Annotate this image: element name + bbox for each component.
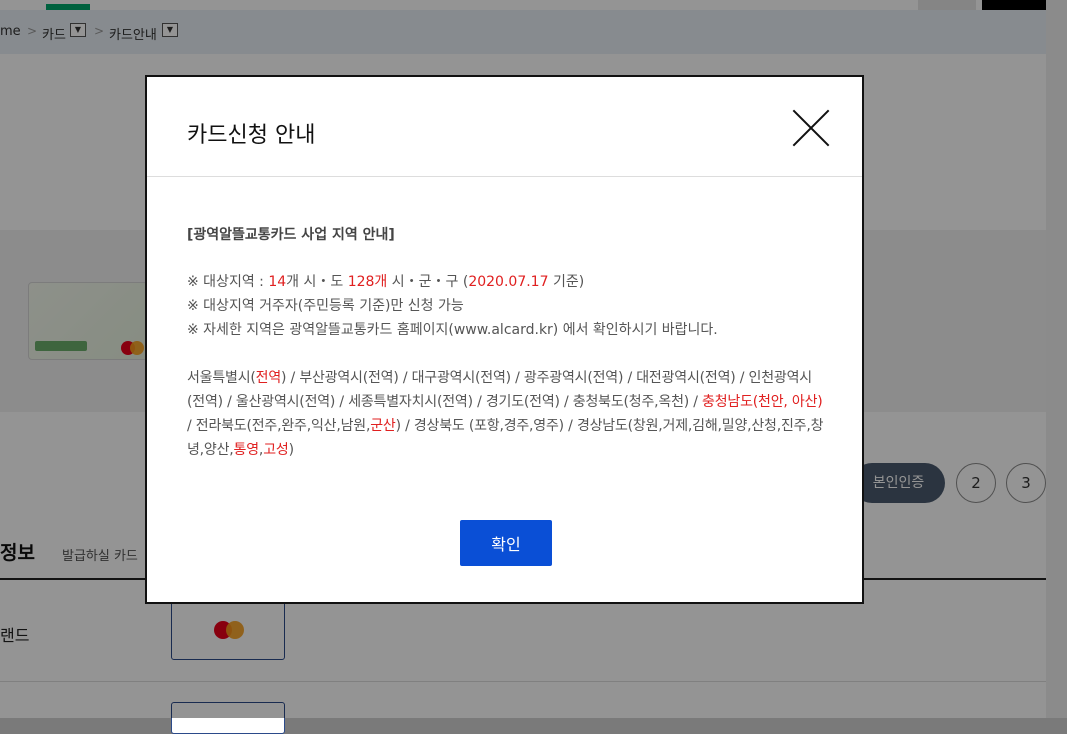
notice-text: 시・군・구 ( bbox=[387, 274, 469, 290]
notice-text: 개 시・도 bbox=[286, 274, 348, 290]
region-text: / 전라북도(전주,완주,익산,남원, bbox=[187, 418, 371, 434]
notice-text: ※ 대상지역 : bbox=[187, 274, 269, 290]
notice-eligibility: ※ 대상지역 거주자(주민등록 기준)만 신청 가능 bbox=[187, 298, 464, 314]
card-application-modal: 카드신청 안내 [광역알뜰교통카드 사업 지역 안내] ※ 대상지역 : 14개… bbox=[145, 75, 864, 604]
highlight-count: 14 bbox=[268, 274, 287, 290]
notice-website: ※ 자세한 지역은 광역알뜰교통카드 홈페이지(www.alcard.kr) 에… bbox=[187, 322, 718, 338]
region-highlight: 군산 bbox=[370, 418, 396, 434]
region-highlight: 고성 bbox=[263, 442, 289, 458]
modal-body: [광역알뜰교통카드 사업 지역 안내] ※ 대상지역 : 14개 시・도 128… bbox=[187, 223, 827, 462]
modal-title: 카드신청 안내 bbox=[187, 123, 316, 148]
close-x-icon[interactable] bbox=[793, 110, 829, 146]
region-text: ) bbox=[288, 442, 294, 458]
notice-target-area: ※ 대상지역 : 14개 시・도 128개 시・군・구 (2020.07.17 … bbox=[187, 270, 827, 294]
region-highlight: 통영 bbox=[233, 442, 260, 458]
notice-text: 기준) bbox=[548, 274, 585, 290]
highlight-count: 128개 bbox=[347, 274, 388, 290]
region-list: 서울특별시(전역) / 부산광역시(전역) / 대구광역시(전역) / 광주광역… bbox=[187, 366, 827, 462]
modal-header: 카드신청 안내 bbox=[147, 77, 862, 177]
notice-list: ※ 대상지역 : 14개 시・도 128개 시・군・구 (2020.07.17 … bbox=[187, 270, 827, 342]
region-text: 서울특별시( bbox=[187, 370, 256, 386]
region-highlight: 전역 bbox=[255, 370, 282, 386]
highlight-date: 2020.07.17 bbox=[468, 274, 549, 290]
notice-heading: [광역알뜰교통카드 사업 지역 안내] bbox=[187, 227, 395, 243]
confirm-button[interactable]: 확인 bbox=[460, 520, 552, 566]
region-highlight: 충청남도(천안, 아산) bbox=[702, 394, 823, 410]
